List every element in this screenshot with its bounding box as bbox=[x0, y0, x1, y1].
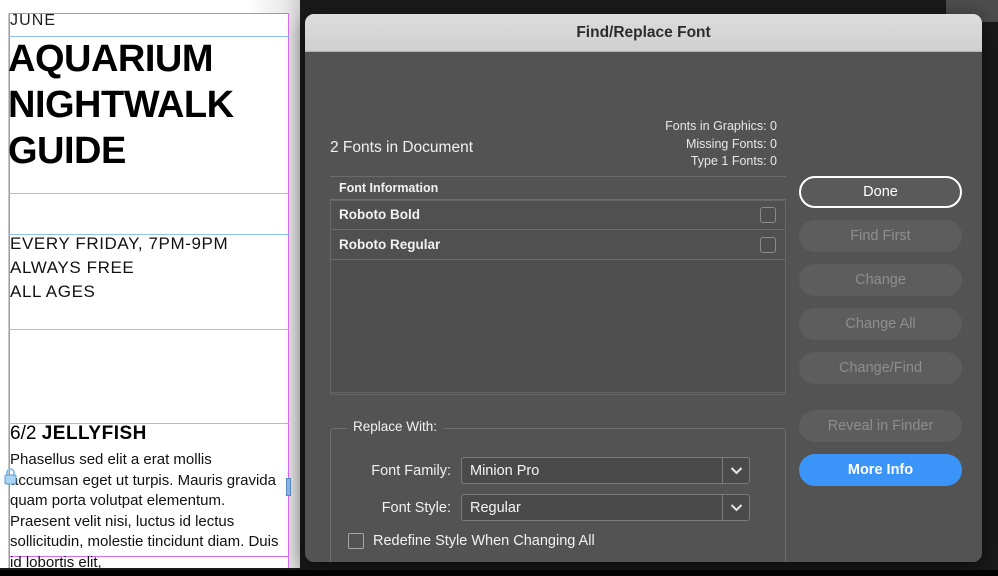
find-first-button[interactable]: Find First bbox=[799, 220, 962, 252]
font-stats: Fonts in Graphics: 0 Missing Fonts: 0 Ty… bbox=[665, 118, 777, 171]
document-canvas[interactable]: JUNE AQUARIUM NIGHTWALK GUIDE EVERY FRID… bbox=[0, 0, 300, 568]
chevron-down-icon[interactable] bbox=[722, 457, 750, 484]
dialog-button-column: Done Find First Change Change All Change… bbox=[799, 176, 962, 498]
font-style-row: Font Style: Regular bbox=[345, 494, 750, 521]
entry-title: JELLYFISH bbox=[41, 423, 147, 444]
redefine-style-checkbox[interactable] bbox=[348, 533, 364, 549]
fonts-in-document-count: 2 Fonts in Document bbox=[330, 139, 474, 156]
change-all-button[interactable]: Change All bbox=[799, 308, 962, 340]
replace-with-legend: Replace With: bbox=[347, 419, 444, 434]
font-family-select[interactable]: Minion Pro bbox=[461, 457, 750, 484]
table-row[interactable]: Roboto Bold bbox=[330, 200, 786, 230]
font-row-checkbox[interactable] bbox=[760, 236, 776, 253]
font-name: Roboto Bold bbox=[339, 207, 420, 222]
redefine-style-label: Redefine Style When Changing All bbox=[373, 533, 595, 549]
font-family-row: Font Family: Minion Pro bbox=[345, 457, 750, 484]
text-frame-guide-4 bbox=[9, 329, 289, 330]
document-body-text: Phasellus sed elit a erat mollis accumsa… bbox=[10, 451, 279, 568]
document-details: EVERY FRIDAY, 7PM-9PM ALWAYS FREE ALL AG… bbox=[10, 234, 229, 301]
lock-icon bbox=[4, 468, 17, 485]
document-headline: AQUARIUM NIGHTWALK GUIDE bbox=[8, 38, 234, 172]
more-info-button[interactable]: More Info bbox=[799, 454, 962, 486]
text-frame-guide-2 bbox=[9, 193, 289, 194]
font-list-empty-area[interactable] bbox=[330, 260, 786, 393]
font-summary: 2 Fonts in Document Fonts in Graphics: 0… bbox=[330, 118, 777, 171]
dialog-title: Find/Replace Font bbox=[576, 23, 711, 41]
font-list-rows[interactable]: Roboto Bold Roboto Regular bbox=[330, 200, 786, 260]
done-button[interactable]: Done bbox=[799, 176, 962, 208]
stat-missing-fonts: Missing Fonts: 0 bbox=[685, 136, 777, 151]
document-kicker: JUNE bbox=[10, 12, 57, 29]
font-list[interactable]: Font Information Roboto Bold Roboto Regu… bbox=[330, 177, 786, 395]
stat-type1-fonts: Type 1 Fonts: 0 bbox=[690, 154, 777, 168]
font-style-label: Font Style: bbox=[381, 499, 451, 516]
font-name: Roboto Regular bbox=[339, 237, 441, 252]
screen: JUNE AQUARIUM NIGHTWALK GUIDE EVERY FRID… bbox=[0, 0, 998, 576]
reveal-in-finder-button[interactable]: Reveal in Finder bbox=[799, 410, 962, 442]
font-style-select[interactable]: Regular bbox=[461, 494, 750, 521]
dialog-titlebar[interactable]: Find/Replace Font bbox=[305, 14, 982, 52]
replace-with-group: Replace With: Font Family: Minion Pro Fo… bbox=[330, 419, 786, 562]
font-family-label: Font Family: bbox=[371, 462, 451, 479]
font-row-checkbox[interactable] bbox=[760, 206, 776, 223]
chevron-down-icon[interactable] bbox=[722, 494, 750, 521]
dialog-body: 2 Fonts in Document Fonts in Graphics: 0… bbox=[305, 52, 982, 562]
document-entry-heading: 6/2 JELLYFISH bbox=[10, 423, 147, 445]
font-list-header: Font Information bbox=[330, 177, 786, 200]
find-replace-font-dialog[interactable]: Find/Replace Font 2 Fonts in Document Fo… bbox=[305, 14, 982, 562]
text-frame-handle[interactable] bbox=[286, 478, 291, 496]
font-family-value[interactable]: Minion Pro bbox=[461, 457, 722, 484]
change-button[interactable]: Change bbox=[799, 264, 962, 296]
table-row[interactable]: Roboto Regular bbox=[330, 230, 786, 260]
font-style-value[interactable]: Regular bbox=[461, 494, 722, 521]
change-find-button[interactable]: Change/Find bbox=[799, 352, 962, 384]
stat-fonts-in-graphics: Fonts in Graphics: 0 bbox=[665, 119, 777, 133]
entry-date: 6/2 bbox=[10, 423, 37, 444]
redefine-style-checkbox-row[interactable]: Redefine Style When Changing All bbox=[348, 533, 595, 549]
